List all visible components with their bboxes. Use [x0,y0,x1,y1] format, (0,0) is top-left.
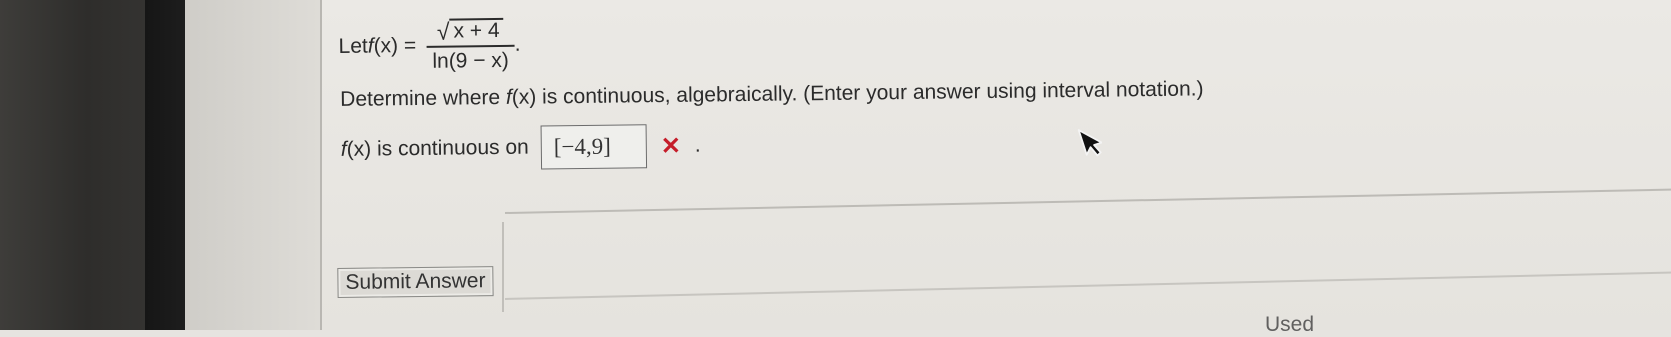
instruction-text: Determine where f(x) is continuous, alge… [340,77,1204,112]
definition-period: . [514,32,521,56]
answer-period: . [694,133,701,157]
radicand: x + 4 [449,17,504,43]
let-label: Let [338,34,368,58]
sqrt-icon: √ [436,18,450,45]
monitor-bezel [0,0,145,330]
page-divider [320,0,322,330]
answer-row: f (x) is continuous on [−4,9] ✕ . [341,124,701,172]
problem-area: Let f (x) = √ x + 4 ln(9 − x) . Determin… [334,0,1638,330]
answer-label: (x) is continuous on [346,135,529,161]
attempts-used-label: Used [1265,313,1315,336]
function-definition: Let f (x) = √ x + 4 ln(9 − x) . [338,17,521,74]
screen-edge [145,0,185,330]
incorrect-x-icon: ✕ [660,132,682,160]
answer-input[interactable]: [−4,9] [540,124,648,170]
instruction-suffix: (x) is continuous, algebraically. (Enter… [511,77,1204,109]
fraction: √ x + 4 ln(9 − x) [426,17,515,73]
submit-answer-button[interactable]: Submit Answer [337,266,494,298]
instruction-prefix: Determine where [340,85,507,111]
function-argument: (x) = [373,33,417,58]
denominator: ln(9 − x) [432,48,509,73]
left-margin-panel [185,0,320,330]
mouse-pointer-icon [1077,129,1102,157]
panel-border-left [502,222,504,312]
numerator: √ x + 4 [431,17,510,46]
